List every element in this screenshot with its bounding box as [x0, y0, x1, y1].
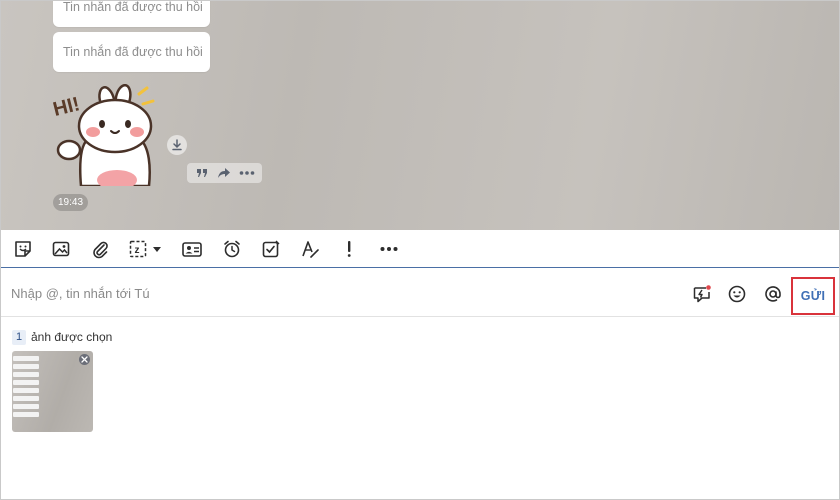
- remove-image-button[interactable]: [79, 354, 90, 365]
- thumbnail-preview-content: [12, 353, 40, 420]
- download-button[interactable]: [167, 135, 187, 155]
- text-format-button[interactable]: [298, 238, 322, 260]
- quote-button[interactable]: [192, 165, 212, 181]
- forward-icon: [218, 168, 231, 178]
- checklist-icon: [262, 240, 280, 258]
- at-sign-icon: [765, 286, 781, 302]
- quote-icon: [197, 169, 208, 177]
- forward-button[interactable]: [214, 165, 234, 181]
- alarm-clock-icon: [224, 240, 240, 258]
- contact-card-icon: [182, 242, 202, 257]
- contact-card-button[interactable]: [180, 238, 204, 260]
- more-actions-button[interactable]: [237, 165, 257, 181]
- attach-file-button[interactable]: [88, 238, 112, 260]
- image-icon: [52, 241, 70, 257]
- composer-input-row: GỬI: [1, 269, 839, 317]
- sticker-hi-bunny[interactable]: HI!: [51, 84, 163, 186]
- selected-image-thumbnail[interactable]: [12, 351, 93, 432]
- sticker-icon: [15, 241, 31, 257]
- composer-toolbar: z: [1, 230, 839, 268]
- message-time: 19:43: [53, 194, 88, 211]
- selected-images-text: ảnh được chọn: [31, 330, 113, 344]
- sticker-lettering: HI!: [51, 93, 82, 121]
- close-icon: [81, 356, 88, 363]
- svg-text:z: z: [135, 245, 140, 256]
- reminder-button[interactable]: [220, 238, 244, 260]
- quick-message-button[interactable]: [691, 283, 713, 305]
- emoji-button[interactable]: [726, 283, 748, 305]
- exclamation-icon: [347, 241, 351, 257]
- paperclip-icon: [93, 241, 108, 259]
- chat-window: Tin nhắn đã được thu hồi Tin nhắn đã đượ…: [0, 0, 840, 500]
- quick-message-icon: [693, 285, 711, 303]
- format-text-icon: [302, 241, 319, 258]
- message-input[interactable]: [11, 282, 571, 304]
- screenshot-icon: z: [129, 240, 161, 258]
- sticker-button[interactable]: [11, 238, 35, 260]
- emoji-icon: [728, 285, 746, 303]
- screenshot-button[interactable]: z: [128, 238, 164, 260]
- selected-count-badge: 1: [12, 329, 26, 345]
- urgent-button[interactable]: [337, 238, 361, 260]
- mention-button[interactable]: [762, 283, 784, 305]
- chat-area[interactable]: Tin nhắn đã được thu hồi Tin nhắn đã đượ…: [1, 1, 839, 230]
- send-button[interactable]: GỬI: [793, 279, 833, 313]
- more-horizontal-icon: [380, 247, 398, 251]
- download-icon: [172, 139, 182, 151]
- message-actions: [187, 163, 262, 183]
- recalled-message[interactable]: Tin nhắn đã được thu hồi: [53, 1, 210, 27]
- more-tools-button[interactable]: [377, 238, 401, 260]
- todo-button[interactable]: [259, 238, 283, 260]
- image-button[interactable]: [49, 238, 73, 260]
- selected-images-label: 1 ảnh được chọn: [12, 329, 112, 345]
- recalled-message[interactable]: Tin nhắn đã được thu hồi: [53, 32, 210, 72]
- more-horizontal-icon: [239, 171, 255, 175]
- send-button-highlight: GỬI: [791, 277, 835, 315]
